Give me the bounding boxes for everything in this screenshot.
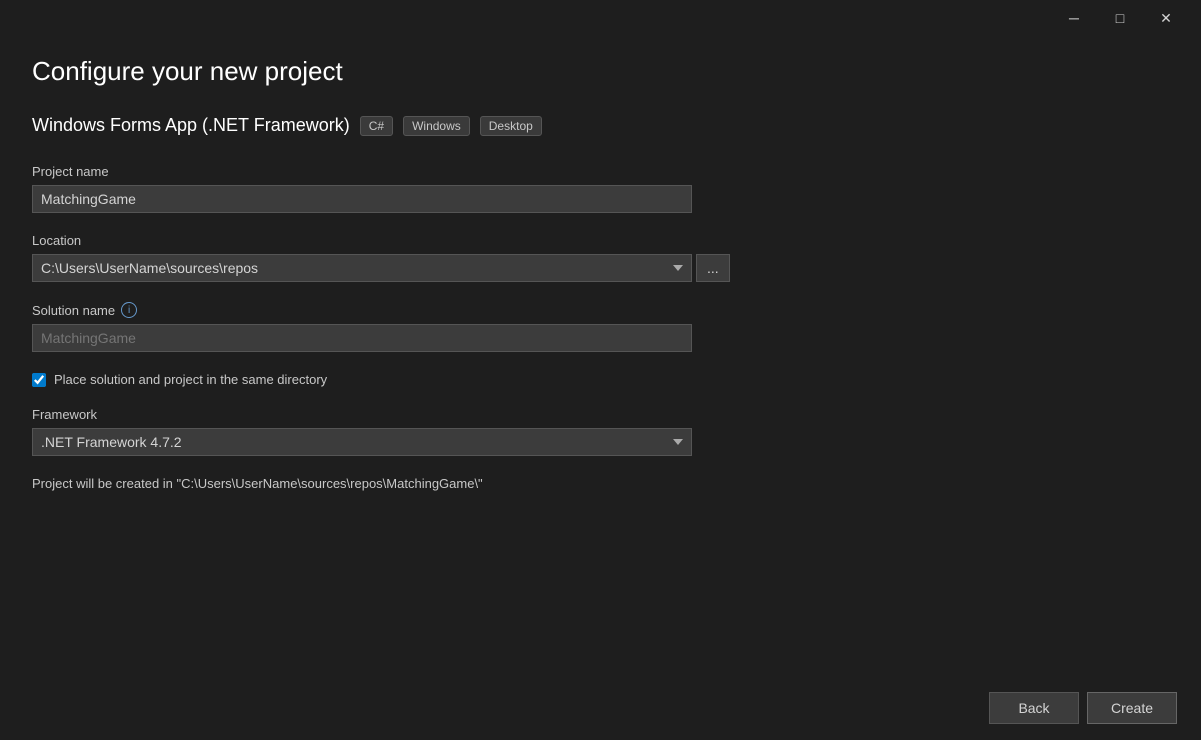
tag-csharp: C# bbox=[360, 116, 393, 136]
location-row: C:\Users\UserName\sources\repos ... bbox=[32, 254, 1169, 282]
project-path-info: Project will be created in "C:\Users\Use… bbox=[32, 476, 1169, 491]
framework-label: Framework bbox=[32, 407, 1169, 422]
solution-name-label: Solution name i bbox=[32, 302, 1169, 318]
framework-select[interactable]: .NET Framework 4.7.2 .NET Framework 4.8 … bbox=[32, 428, 692, 456]
project-type-row: Windows Forms App (.NET Framework) C# Wi… bbox=[32, 115, 1169, 136]
solution-name-info-icon[interactable]: i bbox=[121, 302, 137, 318]
same-directory-checkbox[interactable] bbox=[32, 373, 46, 387]
project-name-label: Project name bbox=[32, 164, 1169, 179]
location-field: Location C:\Users\UserName\sources\repos… bbox=[32, 233, 1169, 282]
title-bar: ─ □ ✕ bbox=[0, 0, 1201, 36]
browse-button[interactable]: ... bbox=[696, 254, 730, 282]
minimize-button[interactable]: ─ bbox=[1051, 3, 1097, 33]
checkbox-row: Place solution and project in the same d… bbox=[32, 372, 1169, 387]
framework-field: Framework .NET Framework 4.7.2 .NET Fram… bbox=[32, 407, 1169, 456]
bottom-bar: Back Create bbox=[0, 676, 1201, 740]
maximize-button[interactable]: □ bbox=[1097, 3, 1143, 33]
solution-name-input[interactable] bbox=[32, 324, 692, 352]
tag-desktop: Desktop bbox=[480, 116, 542, 136]
page-title: Configure your new project bbox=[32, 56, 1169, 87]
project-name-input[interactable] bbox=[32, 185, 692, 213]
location-input[interactable]: C:\Users\UserName\sources\repos bbox=[32, 254, 692, 282]
tag-windows: Windows bbox=[403, 116, 470, 136]
location-label: Location bbox=[32, 233, 1169, 248]
same-directory-label[interactable]: Place solution and project in the same d… bbox=[54, 372, 327, 387]
back-button[interactable]: Back bbox=[989, 692, 1079, 724]
create-button[interactable]: Create bbox=[1087, 692, 1177, 724]
project-name-field: Project name bbox=[32, 164, 1169, 213]
solution-name-field: Solution name i bbox=[32, 302, 1169, 352]
project-type-name: Windows Forms App (.NET Framework) bbox=[32, 115, 350, 136]
close-button[interactable]: ✕ bbox=[1143, 3, 1189, 33]
main-content: Configure your new project Windows Forms… bbox=[0, 36, 1201, 511]
